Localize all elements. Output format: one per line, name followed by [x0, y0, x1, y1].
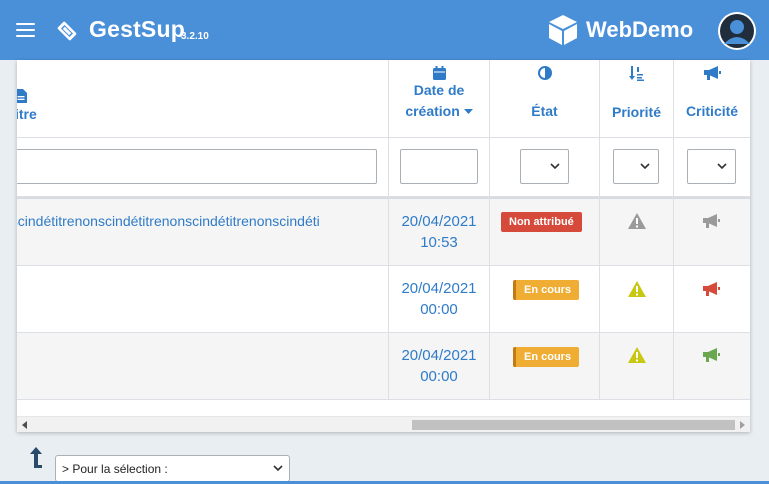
brand-name[interactable]: GestSup	[89, 16, 185, 43]
warning-icon	[628, 281, 646, 297]
top-navbar: GestSup 3.2.10 WebDemo	[0, 0, 769, 60]
column-date-label-2-wrap: création	[389, 101, 489, 122]
tickets-table: itre Date de création État Priorité Crit…	[17, 60, 750, 432]
column-date-label-1: Date de	[413, 82, 465, 98]
creation-date-time: 10:53	[420, 234, 458, 251]
status-badge: En cours	[513, 347, 580, 367]
half-circle-icon	[537, 66, 552, 80]
grid-line	[673, 197, 674, 400]
sort-down-icon[interactable]	[463, 109, 473, 115]
table-row[interactable]	[17, 332, 750, 400]
scroll-right-icon[interactable]	[740, 421, 745, 429]
column-state-label: État	[531, 103, 558, 119]
column-priority-label: Priorité	[611, 104, 661, 120]
creation-date-day: 20/04/2021	[401, 213, 477, 230]
creation-date-time: 00:00	[420, 368, 458, 385]
hamburger-icon[interactable]	[16, 23, 35, 38]
column-header-criticality[interactable]: Criticité	[674, 60, 750, 138]
megaphone-icon	[703, 282, 720, 296]
column-header-state[interactable]: État	[490, 60, 600, 138]
state-filter-select[interactable]	[520, 149, 569, 184]
creation-date-day: 20/04/2021	[401, 280, 477, 297]
creation-date: 20/04/2021 00:00	[389, 345, 489, 387]
criticality-filter-select[interactable]	[687, 149, 736, 184]
creation-date-day: 20/04/2021	[401, 347, 477, 364]
column-header-priority[interactable]: Priorité	[600, 60, 674, 138]
bulk-action-label: > Pour la sélection :	[62, 462, 168, 476]
status-badge: Non attribué	[501, 212, 582, 232]
column-title-label: itre	[17, 106, 37, 122]
megaphone-icon	[703, 348, 720, 362]
file-icon	[17, 89, 27, 103]
date-filter-input[interactable]	[400, 149, 478, 184]
title-filter-input[interactable]	[17, 149, 377, 184]
chevron-down-icon	[640, 163, 650, 170]
grid-line	[489, 197, 490, 400]
scrollbar-thumb[interactable]	[412, 420, 735, 430]
horizontal-scrollbar[interactable]	[17, 416, 750, 432]
chevron-down-icon	[273, 465, 283, 472]
table-row[interactable]	[17, 197, 750, 265]
arrow-up-icon	[30, 447, 42, 468]
version-label: 3.2.10	[181, 31, 209, 42]
bulk-action-select[interactable]: > Pour la sélection :	[55, 455, 290, 482]
megaphone-icon	[703, 66, 721, 80]
column-header-date[interactable]: Date de création	[389, 60, 490, 138]
status-badge: En cours	[513, 280, 580, 300]
megaphone-icon	[703, 214, 720, 228]
priority-filter-select[interactable]	[613, 149, 659, 184]
creation-date: 20/04/2021 10:53	[389, 211, 489, 253]
creation-date-time: 00:00	[420, 301, 458, 318]
chevron-down-icon	[550, 163, 560, 170]
cube-icon	[549, 15, 577, 45]
column-header-title[interactable]: itre	[17, 60, 389, 138]
warning-icon	[628, 347, 646, 363]
warning-icon	[628, 213, 646, 229]
scroll-left-icon[interactable]	[22, 421, 27, 429]
grid-line	[599, 197, 600, 400]
table-row[interactable]	[17, 265, 750, 332]
sort-numeric-down-icon	[629, 66, 644, 81]
calendar-icon	[432, 66, 446, 80]
creation-date: 20/04/2021 00:00	[389, 278, 489, 320]
chevron-down-icon	[717, 163, 727, 170]
column-date-label-2: création	[405, 103, 460, 119]
column-criticality-label: Criticité	[685, 103, 739, 119]
company-name: WebDemo	[586, 17, 694, 42]
ticket-icon[interactable]	[55, 19, 79, 43]
user-avatar-icon[interactable]	[718, 12, 756, 50]
ticket-title-link[interactable]: nscindétitrenonscindétitrenonscindétitre…	[17, 213, 320, 229]
